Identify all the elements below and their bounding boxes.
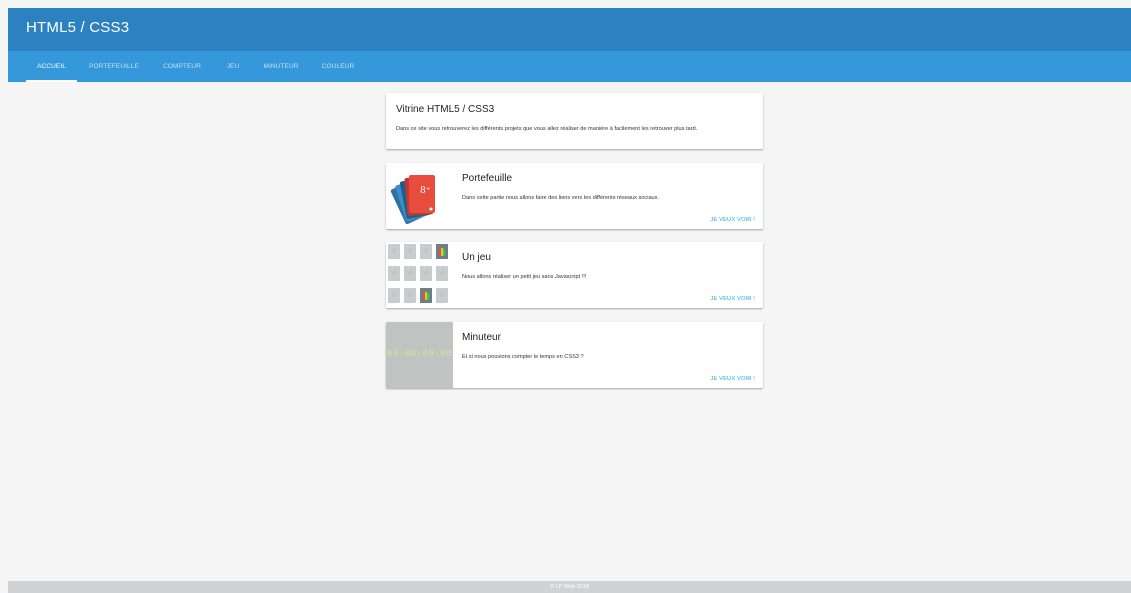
intro-title: Vitrine HTML5 / CSS3 [396, 104, 495, 115]
tab-label: ACCUEIL [37, 63, 66, 70]
minuteur-card: 00:00:00:00 Minuteur Et si nous pouvions… [386, 322, 763, 388]
social-cards-icon: 8⁺ [386, 163, 453, 229]
tab-minuteur[interactable]: MINUTEUR [259, 51, 303, 82]
app-header: HTML5 / CSS3 [8, 8, 1131, 51]
hand-icon: ☝ [391, 270, 397, 277]
tab-label: MINUTEUR [263, 63, 299, 70]
game-tile: ☝ [388, 288, 400, 303]
tab-couleur[interactable]: COULEUR [318, 51, 358, 82]
hand-icon: ☝ [423, 248, 429, 255]
hand-icon: ☝ [439, 292, 445, 299]
game-tile: ☝ [420, 266, 432, 281]
digital-timer-icon: 00:00:00:00 [386, 322, 453, 388]
portefeuille-card: 8⁺ Portefeuille Dans cette partie nous a… [386, 163, 763, 229]
tab-label: COULEUR [321, 63, 355, 70]
timer-display: 00:00:00:00 [386, 349, 453, 359]
jeu-title: Un jeu [462, 252, 491, 263]
minuteur-title: Minuteur [462, 332, 501, 343]
main-content: Vitrine HTML5 / CSS3 Dans ce site vous r… [8, 82, 1131, 581]
portefeuille-title: Portefeuille [462, 173, 513, 184]
game-tile: ☝ [404, 266, 416, 281]
game-tile-revealed [436, 244, 448, 259]
game-tile: ☝ [404, 288, 416, 303]
tab-label: PORTEFEUILLE [89, 63, 139, 70]
jeu-card: ☝ ☝ ☝ ☝ ☝ ☝ ☝ ☝ ☝ ☝ Un jeu Nous allons r… [386, 242, 763, 308]
site-title: HTML5 / CSS3 [26, 19, 130, 36]
hand-icon: ☝ [423, 270, 429, 277]
game-tile: ☝ [388, 266, 400, 281]
intro-card: Vitrine HTML5 / CSS3 Dans ce site vous r… [386, 93, 763, 149]
tab-label: COMPTEUR [163, 63, 201, 70]
tab-portefeuille[interactable]: PORTEFEUILLE [86, 51, 142, 82]
game-tile-revealed [420, 288, 432, 303]
tab-label: JEU [226, 63, 240, 70]
copyright-text: © LP Web 2018 [550, 584, 589, 590]
minuteur-see-more-link[interactable]: JE VEUX VOIR ! [710, 376, 755, 382]
game-tile: ☝ [404, 244, 416, 259]
jeu-see-more-link[interactable]: JE VEUX VOIR ! [710, 296, 755, 302]
portefeuille-see-more-link[interactable]: JE VEUX VOIR ! [710, 217, 755, 223]
intro-text: Dans ce site vous retrouverez les différ… [396, 126, 698, 132]
hand-icon: ☝ [439, 270, 445, 277]
game-tile: ☝ [436, 266, 448, 281]
memory-game-grid-icon: ☝ ☝ ☝ ☝ ☝ ☝ ☝ ☝ ☝ ☝ [386, 242, 453, 308]
svg-text:8⁺: 8⁺ [420, 186, 431, 196]
portefeuille-text: Dans cette partie nous allons faire des … [462, 195, 660, 201]
game-tile: ☝ [388, 244, 400, 259]
hand-icon: ☝ [391, 248, 397, 255]
game-tile: ☝ [420, 244, 432, 259]
hand-icon: ☝ [407, 292, 413, 299]
nav-tabs: ACCUEIL PORTEFEUILLE COMPTEUR JEU MINUTE… [8, 51, 1131, 82]
hand-icon: ☝ [391, 292, 397, 299]
page-footer: © LP Web 2018 [8, 581, 1131, 593]
browser-viewport: HTML5 / CSS3 ACCUEIL PORTEFEUILLE COMPTE… [8, 8, 1131, 593]
hand-icon: ☝ [407, 270, 413, 277]
tab-jeu[interactable]: JEU [221, 51, 245, 82]
tab-compteur[interactable]: COMPTEUR [158, 51, 206, 82]
jeu-text: Nous allons réaliser un petit jeu sans J… [462, 274, 587, 280]
hand-icon: ☝ [407, 248, 413, 255]
minuteur-text: Et si nous pouvions compter le temps en … [462, 354, 584, 360]
game-tile: ☝ [436, 288, 448, 303]
tab-accueil[interactable]: ACCUEIL [26, 51, 77, 82]
